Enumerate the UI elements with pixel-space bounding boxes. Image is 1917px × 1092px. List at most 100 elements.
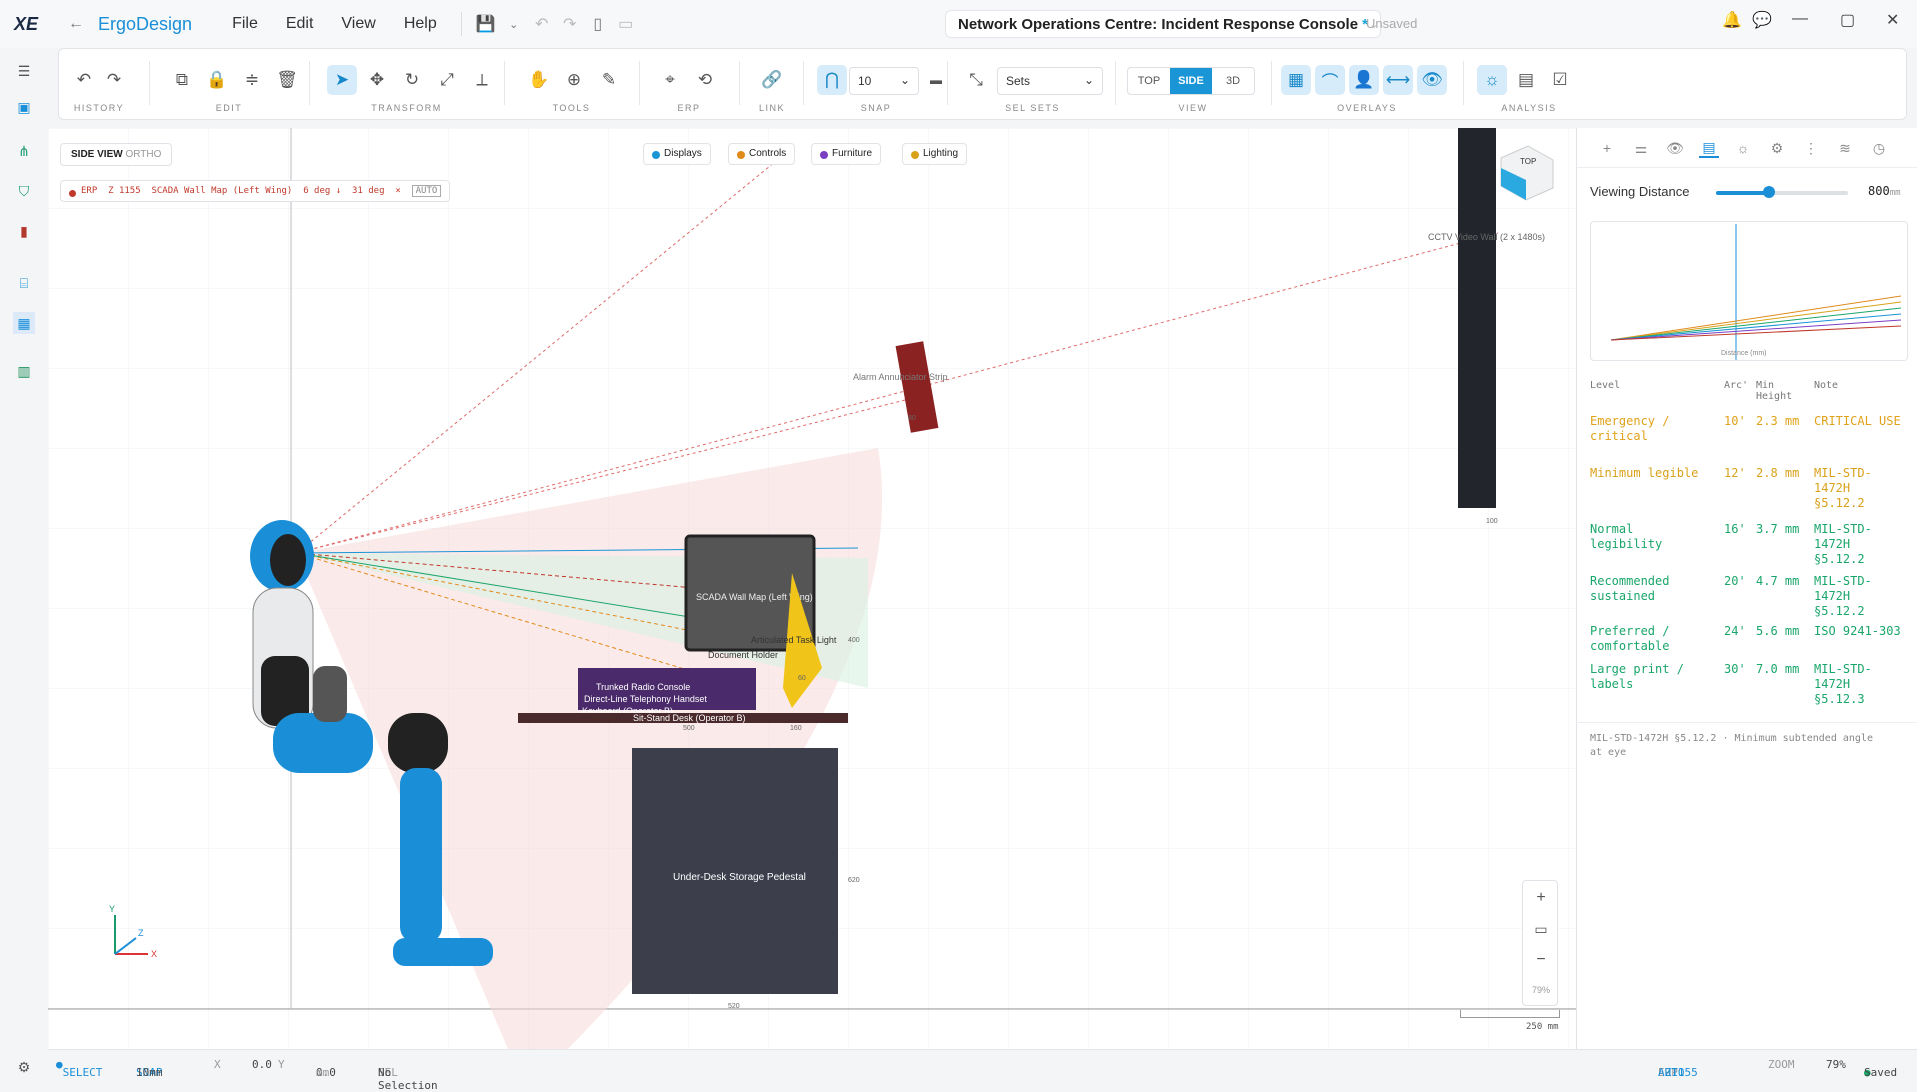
grid-overlay-button[interactable]: ▦: [1281, 65, 1311, 95]
dimension-label: 620: [848, 877, 860, 884]
hand-tool-button[interactable]: ✋: [524, 65, 554, 95]
hierarchy-icon[interactable]: ⋔: [13, 140, 35, 162]
barcode-icon[interactable]: ▥: [13, 360, 35, 382]
snap-magnet-button[interactable]: ⋂: [817, 65, 847, 95]
group-edit: ⧉ 🔒 ≑ 🗑 EDIT: [159, 57, 299, 113]
add-point-button[interactable]: ⊕: [559, 65, 589, 95]
chat-icon[interactable]: 💬: [1752, 10, 1772, 30]
reach-overlay-button[interactable]: ⌒: [1315, 65, 1345, 95]
group-transform: ➤ ✥ ↻ ⤢ ⟂ TRANSFORM: [319, 57, 494, 113]
shield-icon[interactable]: ⛉: [13, 180, 35, 202]
dimension-label: 80: [908, 415, 916, 422]
chevron-down-icon[interactable]: ⌄: [500, 10, 528, 38]
settings-icon[interactable]: ⚙: [13, 1056, 35, 1078]
scale-bar: [1460, 1010, 1560, 1018]
maximize-icon[interactable]: ▢: [1840, 10, 1855, 30]
tree-icon[interactable]: ⋮: [1801, 138, 1821, 158]
chart-icon[interactable]: ▦: [13, 312, 35, 334]
status-y-label: Y: [278, 1058, 285, 1071]
history-icon[interactable]: ◷: [1869, 138, 1889, 158]
menu-file[interactable]: File: [218, 15, 272, 33]
zoom-out-button[interactable]: −: [1523, 951, 1559, 969]
design-canvas[interactable]: CCTV Video Wall (2 x 1480s) Alarm Annunc…: [48, 128, 1576, 1049]
lock-button[interactable]: 🔒: [202, 65, 232, 95]
add-icon[interactable]: +: [1597, 138, 1617, 158]
status-bar: ● SELECT SNAP 10mm X 0.0 Y 0.0 mm SEL No…: [48, 1049, 1917, 1092]
zoom-in-button[interactable]: +: [1523, 889, 1559, 907]
undo-button[interactable]: ↶: [69, 65, 99, 95]
scale-tool-button[interactable]: ⤢: [432, 65, 462, 95]
dimension-overlay-button[interactable]: ⟷: [1383, 65, 1413, 95]
app-logo: XE: [13, 13, 38, 34]
select-tool-button[interactable]: ➤: [327, 65, 357, 95]
document-title[interactable]: Network Operations Centre: Incident Resp…: [945, 10, 1381, 38]
save-icon[interactable]: 💾: [472, 10, 500, 38]
close-icon[interactable]: ✕: [1886, 10, 1899, 30]
group-link: 🔗 LINK: [747, 57, 797, 113]
copy-button[interactable]: ⧉: [167, 65, 197, 95]
menu-edit[interactable]: Edit: [272, 15, 328, 33]
cctv-video-wall[interactable]: [1458, 128, 1496, 508]
back-icon[interactable]: ←: [62, 10, 90, 38]
menu-view[interactable]: View: [327, 15, 389, 33]
rotate-tool-button[interactable]: ↻: [397, 65, 427, 95]
alarm-label: Alarm Annunciator Strip: [853, 372, 948, 382]
sets-select[interactable]: Sets ⌄: [997, 67, 1103, 95]
erp-reset-button[interactable]: ⟲: [690, 65, 720, 95]
divider: [149, 61, 150, 105]
folder-icon[interactable]: ▭: [612, 10, 640, 38]
document-icon[interactable]: ▤: [1699, 138, 1719, 158]
layers-icon[interactable]: ≋: [1835, 138, 1855, 158]
align-button[interactable]: ≑: [237, 65, 267, 95]
pivot-tool-button[interactable]: ⟂: [467, 65, 497, 95]
move-tool-button[interactable]: ✥: [362, 65, 392, 95]
new-file-icon[interactable]: ▯: [584, 10, 612, 38]
erp-target-button[interactable]: ⌖: [655, 65, 685, 95]
visibility-overlay-button[interactable]: 👁: [1417, 65, 1447, 95]
legend-furniture[interactable]: Furniture: [811, 143, 882, 165]
library-icon[interactable]: ⌸: [13, 272, 35, 294]
slider-thumb[interactable]: [1762, 186, 1775, 198]
undo-icon[interactable]: ↶: [528, 10, 556, 38]
notification-bell-icon[interactable]: 🔔: [1722, 10, 1742, 30]
monitor-icon[interactable]: ▣: [13, 96, 35, 118]
under-desk-storage-pedestal[interactable]: [632, 748, 838, 994]
sun-icon[interactable]: ☼: [1733, 138, 1753, 158]
eye-icon[interactable]: 👁: [1665, 138, 1685, 158]
sliders-icon[interactable]: ⚌: [1631, 138, 1651, 158]
checklist-button[interactable]: ☑: [1545, 65, 1575, 95]
view-top-button[interactable]: TOP: [1128, 68, 1170, 94]
minimize-icon[interactable]: —: [1792, 10, 1808, 28]
panel-tabs: + ⚌ 👁 ▤ ☼ ⚙ ⋮ ≋ ◷: [1577, 128, 1917, 168]
legend-lighting[interactable]: Lighting: [902, 143, 968, 165]
link-button[interactable]: 🔗: [757, 65, 787, 95]
fit-view-icon[interactable]: ▭: [1523, 921, 1559, 938]
view-side-button[interactable]: SIDE: [1170, 68, 1212, 94]
erp-close-button[interactable]: ×: [395, 186, 400, 196]
view-cube-top[interactable]: TOP: [1520, 157, 1536, 166]
legend-swatch: [737, 151, 745, 159]
hamburger-icon[interactable]: ☰: [13, 60, 35, 82]
side-view-drawing[interactable]: CCTV Video Wall (2 x 1480s) Alarm Annunc…: [48, 128, 1576, 1049]
gear-icon[interactable]: ⚙: [1767, 138, 1787, 158]
viewing-distance-slider[interactable]: [1716, 186, 1848, 198]
dimension-label: 160: [790, 725, 802, 732]
lighting-analysis-button[interactable]: ☼: [1477, 65, 1507, 95]
manikin-overlay-button[interactable]: 👤: [1349, 65, 1379, 95]
delete-button[interactable]: 🗑: [272, 65, 302, 95]
measure-tool-button[interactable]: ✎: [594, 65, 624, 95]
menu-help[interactable]: Help: [390, 15, 451, 33]
snap-value-select[interactable]: 10 ⌄: [849, 67, 919, 95]
report-button[interactable]: ▤: [1511, 65, 1541, 95]
selection-set-add-button[interactable]: ⤡: [961, 65, 991, 95]
legend-displays[interactable]: Displays: [643, 143, 711, 165]
book-icon[interactable]: ▮: [13, 220, 35, 242]
redo-button[interactable]: ↷: [99, 65, 129, 95]
view-mode-badge: SIDE VIEW ORTHO: [60, 143, 173, 166]
redo-icon[interactable]: ↷: [556, 10, 584, 38]
status-erp: ERP AUTO Z1155: [1658, 1066, 1698, 1079]
legend-swatch: [652, 151, 660, 159]
view-3d-button[interactable]: 3D: [1212, 68, 1254, 94]
erp-auto-toggle[interactable]: AUTO: [411, 185, 442, 197]
legend-controls[interactable]: Controls: [728, 143, 796, 165]
